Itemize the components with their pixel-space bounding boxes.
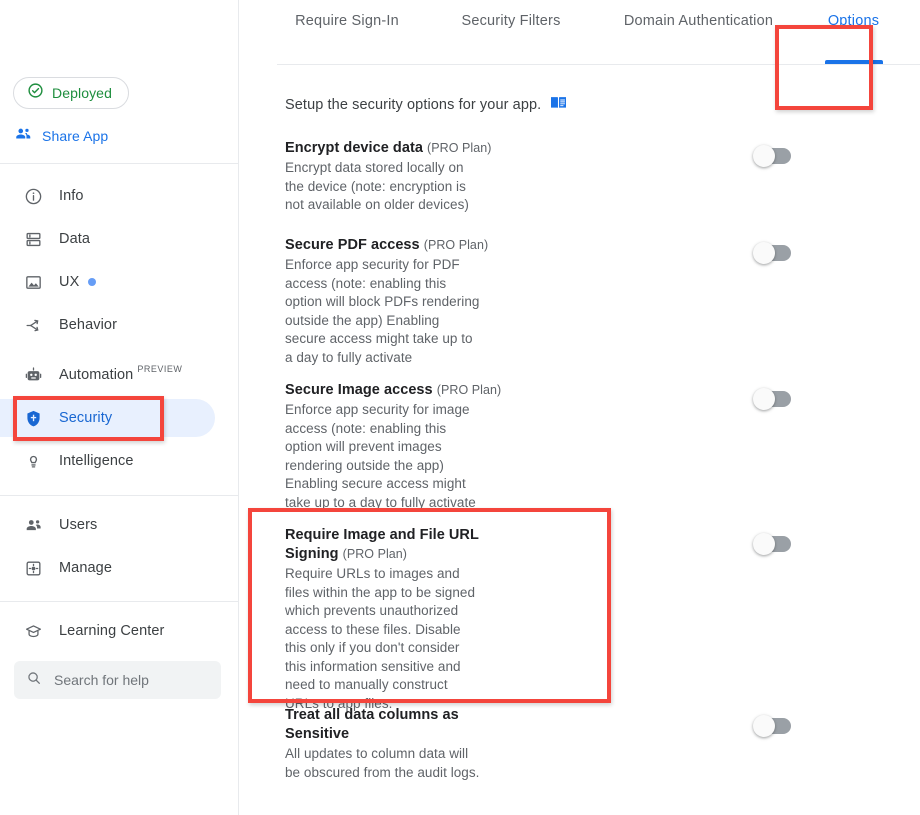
setting-description: Enforce app security for image access (n… — [285, 402, 476, 510]
setting-plan-tag: (PRO Plan) — [423, 238, 489, 252]
toggle-knob — [753, 388, 775, 410]
sidebar-item-learning-center[interactable]: Learning Center — [0, 612, 215, 650]
ux-notification-dot — [88, 278, 97, 286]
setting-require-url-signing: Require Image and File URL Signing (PRO … — [285, 526, 500, 713]
setting-title: Treat all data columns as Sensitive — [285, 706, 485, 744]
tab-bar: Require Sign-In Security Filters Domain … — [277, 0, 920, 64]
robot-icon — [22, 364, 44, 386]
behavior-branch-icon — [22, 314, 44, 336]
sidebar-item-label: Intelligence — [59, 453, 134, 469]
check-circle-icon — [27, 82, 44, 104]
automation-preview-badge: PREVIEW — [137, 364, 183, 374]
deployed-label: Deployed — [52, 85, 112, 101]
setting-description: Enforce app security for PDF access (not… — [285, 257, 480, 365]
toggle-treat-columns-sensitive[interactable] — [753, 715, 791, 737]
sidebar-item-behavior[interactable]: Behavior — [0, 306, 215, 344]
database-icon — [22, 228, 44, 250]
share-people-icon — [14, 125, 32, 148]
graduation-cap-icon — [22, 620, 44, 642]
tab-options[interactable]: Options — [801, 0, 906, 64]
setting-secure-pdf-access: Secure PDF access (PRO Plan) Enforce app… — [285, 236, 615, 367]
help-search-input[interactable]: Search for help — [14, 661, 221, 699]
toggle-knob — [753, 533, 775, 555]
toggle-knob — [753, 145, 775, 167]
sidebar-item-info[interactable]: Info — [0, 177, 215, 215]
toggle-secure-image-access[interactable] — [753, 388, 791, 410]
setup-description-text: Setup the security options for your app. — [285, 97, 542, 113]
sidebar-item-ux[interactable]: UX — [0, 263, 215, 301]
sidebar-item-label: Info — [59, 188, 84, 204]
tab-domain-authentication[interactable]: Domain Authentication — [601, 0, 796, 64]
setup-description-row: Setup the security options for your app. — [285, 95, 567, 115]
sidebar-item-label: Users — [59, 517, 98, 533]
deployed-status-badge[interactable]: Deployed — [13, 77, 129, 109]
tab-label: Security Filters — [461, 13, 561, 29]
setting-treat-columns-sensitive: Treat all data columns as Sensitive All … — [285, 706, 485, 782]
sidebar-item-label: UX — [59, 274, 80, 290]
tab-label: Options — [827, 13, 880, 29]
setting-description: Encrypt data stored locally on the devic… — [285, 160, 469, 212]
sidebar-item-label: Manage — [59, 560, 112, 576]
setting-title-text: Treat all data columns as Sensitive — [285, 707, 459, 742]
setting-title: Secure PDF access (PRO Plan) — [285, 236, 615, 255]
open-book-icon[interactable] — [550, 95, 567, 115]
image-icon — [22, 271, 44, 293]
setting-title: Require Image and File URL Signing (PRO … — [285, 526, 500, 564]
toggle-knob — [753, 242, 775, 264]
sidebar-item-intelligence[interactable]: Intelligence — [0, 442, 215, 480]
setting-description: All updates to column data will be obscu… — [285, 746, 480, 780]
sidebar-item-data[interactable]: Data — [0, 220, 215, 258]
manage-gear-icon — [22, 557, 44, 579]
toggle-require-url-signing[interactable] — [753, 533, 791, 555]
setting-title: Secure Image access (PRO Plan) — [285, 381, 615, 400]
setting-title-text: Secure Image access — [285, 382, 433, 398]
sidebar: Deployed Share App Info Data UX Behavior… — [0, 0, 239, 815]
setting-title-text: Encrypt device data — [285, 140, 423, 156]
sidebar-divider-3 — [0, 601, 238, 602]
main-content: Require Sign-In Security Filters Domain … — [239, 0, 920, 815]
lightbulb-icon — [22, 450, 44, 472]
tab-label: Require Sign-In — [295, 13, 399, 29]
setting-plan-tag: (PRO Plan) — [342, 547, 408, 561]
toggle-knob — [753, 715, 775, 737]
share-app-label: Share App — [42, 128, 109, 144]
setting-plan-tag: (PRO Plan) — [436, 383, 502, 397]
tab-label: Domain Authentication — [623, 13, 774, 29]
tab-require-sign-in[interactable]: Require Sign-In — [277, 0, 417, 64]
sidebar-item-label: Behavior — [59, 317, 118, 333]
sidebar-item-users[interactable]: Users — [0, 506, 215, 544]
sidebar-item-label: Automation — [59, 367, 134, 383]
sidebar-item-label: Learning Center — [59, 623, 165, 639]
setting-title-text: Secure PDF access — [285, 237, 420, 253]
setting-plan-tag: (PRO Plan) — [427, 141, 492, 155]
share-app-button[interactable]: Share App — [14, 124, 108, 148]
info-circle-icon — [22, 185, 44, 207]
sidebar-item-label: Security — [59, 410, 113, 426]
sidebar-item-manage[interactable]: Manage — [0, 549, 215, 587]
users-icon — [22, 514, 44, 536]
sidebar-item-automation[interactable]: Automation PREVIEW — [0, 356, 215, 394]
setting-description: Require URLs to images and files within … — [285, 566, 476, 711]
shield-icon — [22, 407, 44, 429]
toggle-secure-pdf-access[interactable] — [753, 242, 791, 264]
tab-security-filters[interactable]: Security Filters — [441, 0, 581, 64]
sidebar-item-security[interactable]: Security — [0, 399, 215, 437]
toggle-encrypt-device-data[interactable] — [753, 145, 791, 167]
sidebar-item-label: Data — [59, 231, 91, 247]
search-icon — [26, 670, 42, 691]
setting-encrypt-device-data: Encrypt device data (PRO Plan) Encrypt d… — [285, 139, 615, 215]
setting-secure-image-access: Secure Image access (PRO Plan) Enforce a… — [285, 381, 615, 512]
help-search-placeholder: Search for help — [54, 672, 149, 688]
setting-title: Encrypt device data (PRO Plan) — [285, 139, 615, 158]
sidebar-divider-1 — [0, 163, 238, 164]
sidebar-divider-2 — [0, 495, 238, 496]
tab-bar-divider — [277, 64, 920, 65]
